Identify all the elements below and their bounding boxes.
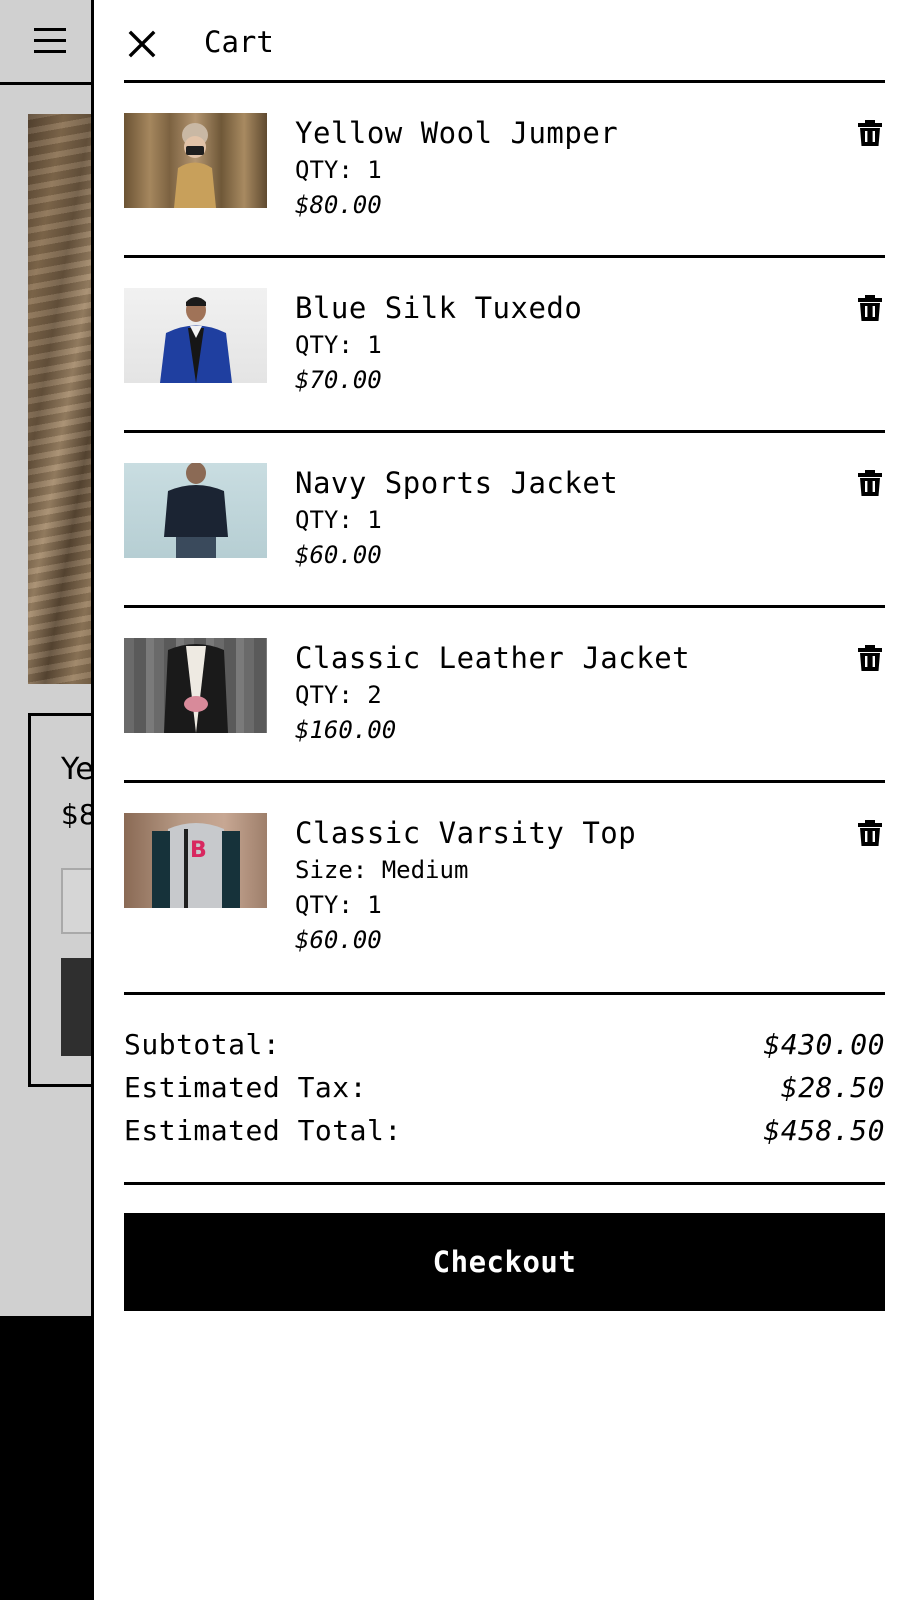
item-details: Blue Silk Tuxedo QTY: 1 $70.00 xyxy=(295,288,582,398)
close-icon[interactable] xyxy=(126,28,158,60)
product-thumbnail[interactable] xyxy=(124,113,267,208)
cart-title: Cart xyxy=(204,25,274,59)
svg-text:B: B xyxy=(190,838,207,863)
subtotal-value: $430.00 xyxy=(763,1028,885,1061)
cart-item: Classic Leather Jacket QTY: 2 $160.00 xyxy=(124,605,885,780)
item-name[interactable]: Yellow Wool Jumper xyxy=(295,113,618,153)
total-row: Estimated Total: $458.50 xyxy=(124,1109,885,1152)
trash-icon[interactable] xyxy=(857,469,883,497)
cart-item: Navy Sports Jacket QTY: 1 $60.00 xyxy=(124,430,885,605)
cart-item: Blue Silk Tuxedo QTY: 1 $70.00 xyxy=(124,255,885,430)
item-price: $80.00 xyxy=(295,191,382,219)
trash-icon[interactable] xyxy=(857,644,883,672)
product-thumbnail[interactable]: B xyxy=(124,813,267,908)
item-qty: QTY: 1 xyxy=(295,156,382,184)
item-qty: QTY: 2 xyxy=(295,681,382,709)
cart-header: Cart xyxy=(94,0,912,84)
item-name[interactable]: Classic Varsity Top xyxy=(295,813,636,853)
item-size: Size: Medium xyxy=(295,856,469,884)
checkout-button[interactable]: Checkout xyxy=(124,1213,885,1311)
item-qty: QTY: 1 xyxy=(295,331,382,359)
tax-row: Estimated Tax: $28.50 xyxy=(124,1066,885,1109)
item-qty: QTY: 1 xyxy=(295,891,382,919)
product-card-title: Ye xyxy=(61,752,94,787)
product-thumbnail[interactable] xyxy=(124,288,267,383)
cart-totals: Subtotal: $430.00 Estimated Tax: $28.50 … xyxy=(124,992,885,1185)
product-thumbnail[interactable] xyxy=(124,463,267,558)
subtotal-row: Subtotal: $430.00 xyxy=(124,1023,885,1066)
item-price: $70.00 xyxy=(295,366,382,394)
item-name[interactable]: Blue Silk Tuxedo xyxy=(295,288,582,328)
trash-icon[interactable] xyxy=(857,119,883,147)
total-value: $458.50 xyxy=(763,1114,885,1147)
tax-value: $28.50 xyxy=(780,1071,885,1104)
item-details: Yellow Wool Jumper QTY: 1 $80.00 xyxy=(295,113,618,223)
tax-label: Estimated Tax: xyxy=(124,1071,368,1104)
cart-item-list: Yellow Wool Jumper QTY: 1 $80.00 Blue Si… xyxy=(124,80,885,990)
product-thumbnail[interactable] xyxy=(124,638,267,733)
item-name[interactable]: Classic Leather Jacket xyxy=(295,638,690,678)
cart-drawer: Cart Yellow Wool Jumper QTY: 1 $80.00 Bl… xyxy=(91,0,912,1600)
trash-icon[interactable] xyxy=(857,294,883,322)
item-details: Navy Sports Jacket QTY: 1 $60.00 xyxy=(295,463,618,573)
item-qty: QTY: 1 xyxy=(295,506,382,534)
subtotal-label: Subtotal: xyxy=(124,1028,281,1061)
cart-item: B Classic Varsity Top Size: Medium QTY: … xyxy=(124,780,885,990)
item-price: $60.00 xyxy=(295,541,382,569)
item-details: Classic Varsity Top Size: Medium QTY: 1 … xyxy=(295,813,636,958)
item-details: Classic Leather Jacket QTY: 2 $160.00 xyxy=(295,638,690,748)
total-label: Estimated Total: xyxy=(124,1114,402,1147)
item-price: $160.00 xyxy=(295,716,397,744)
item-price: $60.00 xyxy=(295,926,382,954)
trash-icon[interactable] xyxy=(857,819,883,847)
item-name[interactable]: Navy Sports Jacket xyxy=(295,463,618,503)
hamburger-menu-icon[interactable] xyxy=(30,25,70,57)
cart-item: Yellow Wool Jumper QTY: 1 $80.00 xyxy=(124,80,885,255)
